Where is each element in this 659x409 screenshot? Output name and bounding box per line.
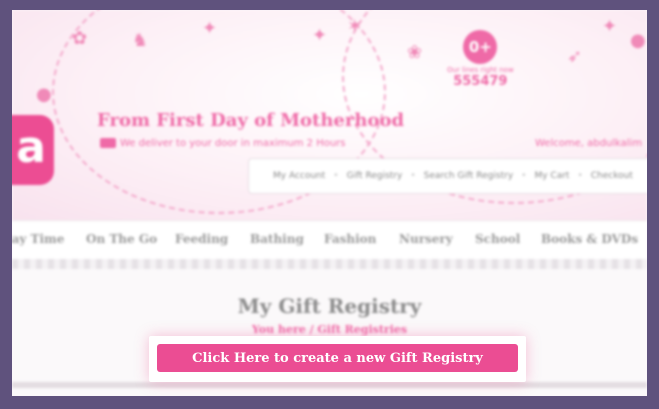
nav-item-school[interactable]: School — [475, 232, 520, 246]
page-title: My Gift Registry — [237, 294, 422, 318]
account-link-gift-registry[interactable]: Gift Registry — [347, 171, 403, 181]
site-logo[interactable]: a — [12, 115, 54, 185]
delivery-notice: We deliver to your door in maximum 2 Hou… — [100, 138, 346, 149]
nav-item-feeding[interactable]: Feeding — [175, 232, 228, 246]
create-gift-registry-button[interactable]: Click Here to create a new Gift Registry — [157, 344, 518, 372]
star-icon: ✦ — [202, 18, 218, 39]
balloon-icon: ● — [36, 84, 52, 105]
nav-item-play-time[interactable]: Play Time — [12, 232, 64, 246]
account-link-search-gift-registry[interactable]: Search Gift Registry — [424, 171, 514, 181]
fairy-icon: ✶ — [347, 16, 363, 37]
nav-item-books-dvds[interactable]: Books & DVDs — [541, 232, 638, 246]
breadcrumb[interactable]: You here / Gift Registries — [12, 323, 647, 336]
star-icon: ✦ — [602, 16, 618, 37]
nav-item-nursery[interactable]: Nursery — [399, 232, 453, 246]
rocket-icon: ➶ — [567, 46, 583, 67]
age-badge-caption: Our lines right now — [447, 66, 514, 74]
content-bottom-border — [12, 382, 647, 388]
balloon-icon: ✿ — [72, 28, 88, 49]
flower-icon: ❀ — [407, 42, 423, 63]
account-bar: My Account • Gift Registry • Search Gift… — [248, 158, 647, 194]
separator: • — [577, 171, 583, 181]
nav-item-on-the-go[interactable]: On The Go — [86, 232, 157, 246]
screenshot-frame: ✿ ♞ ✦ ✦ ✶ ❀ ➶ ✦ ● ● a From First Day of … — [12, 10, 647, 396]
separator: • — [521, 171, 527, 181]
separator: • — [410, 171, 416, 181]
site-tagline: From First Day of Motherhood — [97, 110, 405, 131]
nav-divider-stripe — [12, 259, 647, 269]
welcome-text: Welcome, abdulkalim — [535, 138, 643, 149]
create-registry-panel: Click Here to create a new Gift Registry — [149, 336, 526, 382]
rocking-horse-icon: ♞ — [132, 30, 149, 51]
age-badge-circle: 0+ — [463, 30, 498, 64]
balloon-icon: ● — [630, 30, 646, 51]
age-badge: 0+ Our lines right now 555479 — [447, 30, 514, 89]
account-link-my-account[interactable]: My Account — [273, 171, 325, 181]
delivery-text: We deliver to your door in maximum 2 Hou… — [120, 138, 346, 149]
separator: • — [333, 171, 339, 181]
truck-icon — [100, 138, 116, 148]
nav-item-bathing[interactable]: Bathing — [250, 232, 304, 246]
nav-item-fashion[interactable]: Fashion — [324, 232, 376, 246]
account-link-checkout[interactable]: Checkout — [591, 171, 633, 181]
age-badge-number: 555479 — [453, 74, 508, 89]
account-link-my-cart[interactable]: My Cart — [534, 171, 569, 181]
main-nav: Play Time On The Go Feeding Bathing Fash… — [12, 220, 647, 260]
star-icon: ✦ — [312, 25, 328, 46]
